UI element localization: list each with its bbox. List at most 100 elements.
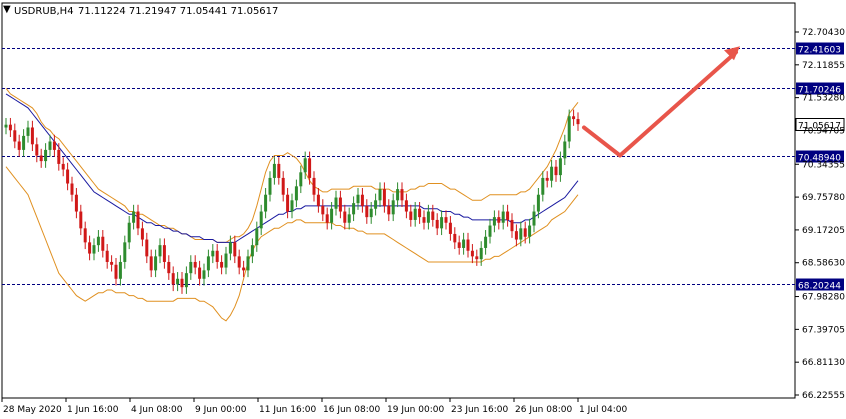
bull-candle — [413, 208, 417, 220]
bear-candle — [286, 194, 290, 212]
bear-candle — [453, 233, 457, 243]
bear-candle — [400, 189, 404, 201]
bull-candle — [268, 177, 272, 195]
bull-candle — [330, 208, 334, 223]
bear-candle — [523, 228, 527, 237]
bear-candle — [193, 261, 197, 268]
bull-candle — [4, 124, 8, 128]
bull-candle — [211, 250, 215, 257]
bear-candle — [101, 236, 105, 251]
bear-candle — [61, 163, 65, 170]
moving-average-line — [5, 93, 579, 243]
bear-candle — [30, 127, 34, 145]
bull-candle — [228, 242, 232, 254]
bear-candle — [149, 256, 153, 271]
bear-candle — [338, 197, 342, 212]
bear-candle — [554, 166, 558, 176]
bear-candle — [545, 177, 549, 181]
bull-candle — [541, 177, 545, 195]
bull-candle — [154, 256, 158, 271]
y-tick-label: 68.58630 — [802, 259, 845, 269]
bear-candle — [444, 217, 448, 223]
bull-candle — [158, 245, 162, 257]
bull-candle — [290, 200, 294, 212]
bear-candle — [233, 242, 237, 257]
bear-candle — [360, 194, 364, 206]
bull-candle — [488, 225, 492, 237]
bear-candle — [57, 149, 61, 164]
bear-candle — [83, 228, 87, 243]
bull-candle — [22, 135, 26, 150]
bear-candle — [448, 222, 452, 234]
bear-candle — [475, 256, 479, 260]
bear-candle — [497, 217, 501, 223]
bear-candle — [110, 261, 114, 265]
bear-candle — [321, 205, 325, 215]
bear-candle — [387, 205, 391, 215]
bull-candle — [492, 217, 496, 226]
bear-candle — [180, 278, 184, 288]
bull-candle — [303, 158, 307, 173]
bear-candle — [506, 211, 510, 220]
bull-candle — [536, 194, 540, 212]
y-tick-label: 69.17205 — [802, 226, 845, 236]
bear-candle — [431, 211, 435, 220]
bull-candle — [462, 239, 466, 248]
x-tick-label: 26 Jun 08:00 — [515, 405, 572, 415]
bull-candle — [528, 225, 532, 237]
bear-candle — [435, 219, 439, 229]
bear-candle — [171, 273, 175, 285]
bull-candle — [550, 166, 554, 181]
chart-header: ▼ USDRUB,H4 71.11224 71.21947 71.05441 7… — [3, 4, 278, 17]
y-tick-label: 70.94705 — [802, 126, 845, 136]
bull-candle — [369, 208, 373, 218]
bull-candle — [479, 247, 483, 260]
bull-candle — [347, 214, 351, 223]
bear-candle — [105, 250, 109, 262]
bull-candle — [426, 211, 430, 223]
level-label: 72.41603 — [798, 46, 841, 56]
bear-candle — [145, 239, 149, 257]
x-tick-label: 23 Jun 16:00 — [451, 405, 508, 415]
bull-candle — [484, 236, 488, 248]
x-tick-label: 4 Jun 08:00 — [131, 405, 183, 415]
bear-candle — [39, 155, 43, 162]
bull-candle — [294, 186, 298, 201]
bull-candle — [48, 141, 52, 150]
bull-candle — [334, 197, 338, 209]
y-tick-label: 71.53280 — [802, 94, 845, 104]
bear-candle — [308, 158, 312, 178]
bear-candle — [510, 219, 514, 232]
bull-candle — [202, 270, 206, 279]
x-tick-label: 1 Jul 04:00 — [579, 405, 628, 415]
ohlc-readout: 71.11224 71.21947 71.05441 71.05617 — [78, 6, 278, 17]
y-tick-label: 67.39705 — [802, 325, 845, 335]
horizontal-levels[interactable]: 72.4160371.7024670.4894068.20244 — [2, 42, 844, 292]
bull-candle — [272, 163, 276, 178]
bear-candle — [167, 261, 171, 274]
bear-candle — [220, 261, 224, 268]
bear-candle — [136, 211, 140, 229]
bear-candle — [79, 211, 83, 229]
bull-candle — [123, 242, 127, 262]
x-tick-label: 9 Jun 00:00 — [195, 405, 247, 415]
y-tick-label: 69.75780 — [802, 193, 845, 203]
bear-candle — [325, 214, 329, 223]
bull-candle — [44, 149, 48, 162]
y-tick-label: 67.98280 — [802, 293, 845, 303]
bull-candle — [246, 256, 250, 271]
bear-candle — [140, 228, 144, 240]
bear-candle — [572, 116, 576, 120]
bear-candle — [114, 264, 118, 279]
bear-candle — [422, 217, 426, 223]
forecast-arrow[interactable] — [582, 46, 740, 158]
bull-candle — [206, 256, 210, 271]
chevron-down-icon[interactable]: ▼ — [3, 4, 11, 15]
bear-candle — [8, 124, 12, 131]
bull-candle — [391, 200, 395, 215]
x-tick-label: 19 Jun 00:00 — [387, 405, 444, 415]
bull-candle — [189, 261, 193, 274]
bear-candle — [382, 189, 386, 206]
bull-candle — [255, 228, 259, 246]
x-tick-label: 28 May 2020 — [3, 405, 62, 415]
